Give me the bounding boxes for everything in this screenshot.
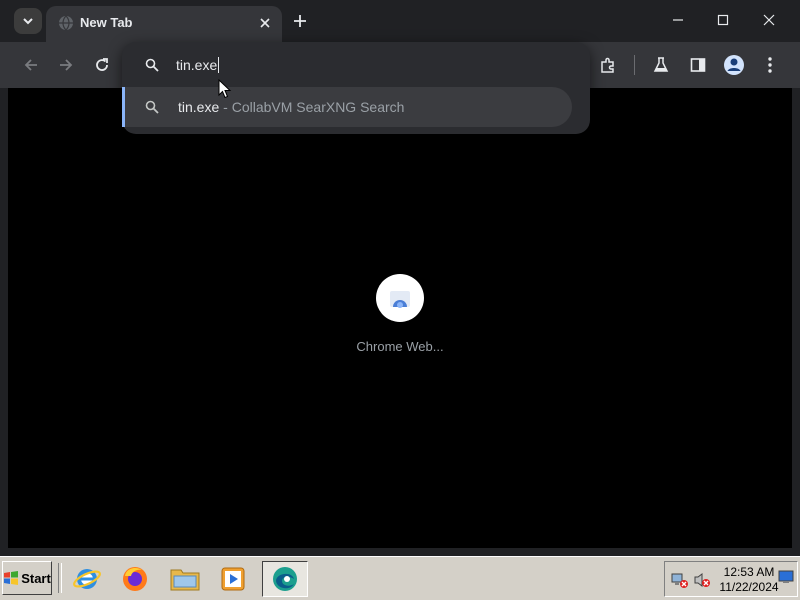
globe-icon xyxy=(58,15,74,31)
page-content: Chrome Web... xyxy=(8,88,792,548)
clock-date[interactable]: 11/22/2024 xyxy=(717,580,781,594)
labs-button[interactable] xyxy=(649,53,673,77)
forward-button[interactable] xyxy=(54,53,78,77)
flask-icon xyxy=(653,57,669,72)
close-window-button[interactable] xyxy=(749,4,789,36)
puzzle-icon xyxy=(601,57,614,73)
system-tray: 12:53 AM 11/22/2024 xyxy=(664,561,798,597)
loading-label: Chrome Web... xyxy=(356,339,444,354)
chrome-web-store-icon xyxy=(390,291,410,308)
suggestion-engine: CollabVM SearXNG Search xyxy=(231,99,405,115)
edge-icon xyxy=(273,567,297,591)
minimize-icon xyxy=(673,19,683,21)
close-icon[interactable] xyxy=(256,14,274,32)
firefox-icon[interactable] xyxy=(118,562,152,596)
chrome-window: New Tab Chrome Web... tin.exe tin.exe - … xyxy=(0,0,800,556)
maximize-icon xyxy=(717,14,729,26)
title-bar: New Tab xyxy=(0,0,800,42)
media-player-icon[interactable] xyxy=(216,562,250,596)
reload-icon xyxy=(96,58,108,71)
tab-new-tab[interactable]: New Tab xyxy=(46,6,282,42)
new-tab-button[interactable] xyxy=(288,9,312,33)
omnibox-input-value: tin.exe xyxy=(176,57,218,73)
file-explorer-icon[interactable] xyxy=(168,562,202,596)
taskbar: Start 12:53 AM 11/22/2024 xyxy=(0,556,800,600)
menu-button[interactable] xyxy=(758,53,782,77)
minimize-button[interactable] xyxy=(658,4,698,36)
maximize-button[interactable] xyxy=(703,4,743,36)
reload-button[interactable] xyxy=(90,53,114,77)
back-button[interactable] xyxy=(19,53,43,77)
volume-muted-icon[interactable] xyxy=(693,571,711,589)
suggestion-text: tin.exe - CollabVM SearXNG Search xyxy=(178,98,404,116)
start-label: Start xyxy=(21,570,51,586)
taskbar-divider xyxy=(58,563,62,593)
kebab-menu-icon xyxy=(768,57,772,73)
search-icon xyxy=(144,57,160,73)
side-panel-icon xyxy=(690,58,706,72)
forward-arrow-icon xyxy=(60,59,73,71)
window-border xyxy=(0,88,8,556)
chevron-down-icon xyxy=(23,18,33,25)
start-button[interactable]: Start xyxy=(2,561,52,595)
avatar-icon xyxy=(724,55,744,75)
show-desktop-icon[interactable] xyxy=(778,569,796,587)
extensions-button[interactable] xyxy=(596,53,620,77)
search-icon xyxy=(144,99,160,115)
back-arrow-icon xyxy=(24,59,37,71)
clock-time[interactable]: 12:53 AM xyxy=(719,565,779,579)
desktop-screen: New Tab Chrome Web... tin.exe tin.exe - … xyxy=(0,0,800,600)
omnibox-input[interactable]: tin.exe xyxy=(176,54,220,76)
window-border xyxy=(792,88,800,556)
suggestion-query: tin.exe xyxy=(178,99,220,115)
windows-logo-icon xyxy=(4,571,19,585)
mouse-cursor-icon xyxy=(218,78,232,104)
omnibox-popup: tin.exe tin.exe - CollabVM SearXNG Searc… xyxy=(122,42,590,134)
omnibox-suggestion[interactable]: tin.exe - CollabVM SearXNG Search xyxy=(122,87,572,127)
internet-explorer-icon[interactable] xyxy=(70,562,104,596)
side-panel-button[interactable] xyxy=(686,53,710,77)
close-icon xyxy=(763,14,775,26)
network-disconnected-icon[interactable] xyxy=(671,571,689,589)
taskbar-item-chrome[interactable] xyxy=(262,561,308,597)
profile-button[interactable] xyxy=(722,53,746,77)
loading-spinner xyxy=(376,274,424,322)
selection-indicator xyxy=(122,87,125,127)
tab-search-button[interactable] xyxy=(14,8,42,34)
text-caret xyxy=(218,57,220,73)
toolbar-divider xyxy=(634,55,635,75)
tab-title: New Tab xyxy=(80,15,133,30)
plus-icon xyxy=(294,15,306,27)
